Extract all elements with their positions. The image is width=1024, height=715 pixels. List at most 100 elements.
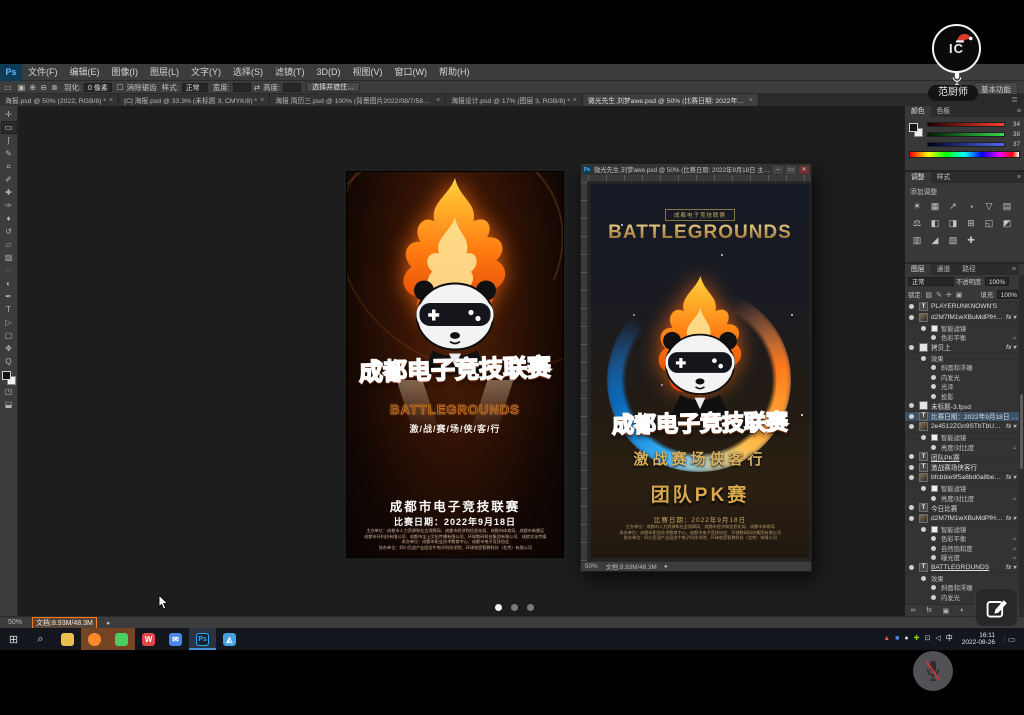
screen-mode-tool[interactable]: ⬓ [1,398,17,411]
taskbar-wps[interactable]: W [135,628,162,650]
select-and-mask-button[interactable]: 选择并遮住… [306,82,360,92]
exposure-icon[interactable]: ◔ [962,198,980,215]
document-canvas[interactable]: 成都电子竞技联赛 BATTLEGROUNDS [588,182,811,561]
panel-menu-icon[interactable]: ≡ [1012,264,1019,275]
b-channel-slider[interactable]: 37 [927,141,1020,148]
layer-row[interactable]: d2M7fM1wXBuMdPfHzbS6…fx ▾ [905,313,1019,324]
foreground-color-swatch[interactable] [909,123,918,132]
visibility-eye-icon[interactable] [909,315,914,320]
doc-tab[interactable]: [C] 海报.psd @ 33.3% (未标题 3, CMYK/8) *× [119,94,270,106]
layer-row[interactable]: bfcbbie9f5a8bd0a8be4e…fx ▾ [905,473,1019,484]
layer-row[interactable]: T今日比赛 [905,503,1019,514]
blur-tool[interactable]: ◌ [1,264,17,277]
maximize-button[interactable]: ▭ [786,166,796,174]
minimize-button[interactable]: – [773,166,783,174]
visibility-eye-icon[interactable] [931,384,936,389]
visibility-eye-icon[interactable] [909,475,914,480]
tab-paths[interactable]: 路径 [956,264,982,275]
r-channel-slider[interactable]: 34 [927,121,1020,128]
opacity-value[interactable]: 100% [985,277,1009,286]
visibility-eye-icon[interactable] [931,365,936,370]
feather-input[interactable]: 0 像素 [84,83,112,92]
color-spectrum-bar[interactable] [909,151,1020,158]
doc-tab[interactable]: 海报.psd @ 50% (2022, RGB/8) *× [0,94,119,106]
presenter-avatar[interactable]: IC [932,24,981,73]
adjustment-layer-icon[interactable]: ◐ [960,607,964,614]
layer-row[interactable]: 智能滤镜 [905,484,1019,494]
visibility-eye-icon[interactable] [909,304,914,309]
menu-item[interactable]: 文件(F) [22,64,64,81]
foreground-background-swatch[interactable] [909,123,923,137]
visibility-eye-icon[interactable] [909,345,914,350]
tray-app-green[interactable]: ✚ [914,628,920,650]
lock-pixels-icon[interactable]: ✎ [935,291,943,299]
layer-row[interactable]: 色彩平衡▵ [905,534,1019,544]
taskbar-search[interactable]: ⌕ [27,628,54,650]
tab-styles[interactable]: 样式 [931,172,957,183]
layer-effects-icon[interactable]: fx ▾ [1006,564,1019,571]
layer-effects-icon[interactable]: fx ▾ [1006,423,1019,430]
gradient-tool[interactable]: ▨ [1,251,17,264]
hand-tool[interactable]: ✥ [1,342,17,355]
close-button[interactable]: ✕ [799,166,809,174]
tab-channels[interactable]: 通道 [931,264,957,275]
close-tab-icon[interactable]: × [260,97,264,104]
close-tab-icon[interactable]: × [573,97,577,104]
path-selection-tool[interactable]: ▷ [1,316,17,329]
visibility-eye-icon[interactable] [921,435,926,440]
visibility-eye-icon[interactable] [931,375,936,380]
selective-color-icon[interactable]: ✚ [962,232,980,249]
taskbar-mail[interactable]: ✉ [162,628,189,650]
layer-style-icon[interactable]: fx [926,607,931,614]
carousel-dot[interactable] [495,604,502,611]
curves-icon[interactable]: ↗ [944,198,962,215]
eyedropper-tool[interactable]: ✐ [1,173,17,186]
visibility-eye-icon[interactable] [909,414,914,419]
dodge-tool[interactable]: ◐ [1,277,17,290]
lasso-tool[interactable]: ʃ [1,134,17,147]
visibility-eye-icon[interactable] [931,445,936,450]
tray-app-blue[interactable]: ■ [895,628,899,650]
pen-tool[interactable]: ✒ [1,290,17,303]
visibility-eye-icon[interactable] [909,465,914,470]
visibility-eye-icon[interactable] [931,585,936,590]
panel-scrollbar[interactable] [1019,275,1024,616]
mute-microphone-button[interactable] [913,651,953,691]
monitor-icon[interactable]: ⊡ [924,628,930,650]
visibility-eye-icon[interactable] [921,326,926,331]
g-slider-bar[interactable] [927,132,1005,137]
blend-mode-select[interactable]: 正常 [908,277,954,286]
visibility-eye-icon[interactable] [921,356,926,361]
menu-item[interactable]: 滤镜(T) [269,64,311,81]
tab-layers[interactable]: 图层 [905,264,931,275]
visibility-eye-icon[interactable] [909,403,914,408]
tab-swatches[interactable]: 色板 [931,106,957,117]
menu-item[interactable]: 窗口(W) [389,64,434,81]
menu-item[interactable]: 图像(I) [106,64,145,81]
posterize-icon[interactable]: ▥ [908,232,926,249]
layer-row[interactable]: 曝光度▵ [905,553,1019,563]
menu-item[interactable]: 选择(S) [227,64,269,81]
layer-effects-icon[interactable]: fx ▾ [1006,515,1019,522]
close-tab-icon[interactable]: × [109,97,113,104]
layer-row[interactable]: 自然饱和度▵ [905,544,1019,554]
height-input[interactable] [283,83,301,92]
link-layers-icon[interactable]: ∞ [910,607,915,614]
taskbar-photoshop[interactable]: Ps [189,628,216,650]
layer-row[interactable]: 智能滤镜 [905,524,1019,534]
toolbar-color-swatches[interactable] [2,371,16,385]
layer-mask-icon[interactable]: ▣ [943,607,950,615]
b-slider-bar[interactable] [927,142,1005,147]
tray-app-light[interactable]: ● [904,628,908,650]
panel-menu-icon[interactable]: ≡ [1017,106,1024,117]
canvas-area[interactable]: 成都电子竞技联赛 BATTLEGROUNDS 激/战/赛/场/侠/客/行 成都市… [18,106,905,616]
r-slider-bar[interactable] [927,122,1005,127]
black-white-icon[interactable]: ◧ [926,215,944,232]
visibility-eye-icon[interactable] [931,555,936,560]
eraser-tool[interactable]: ▱ [1,238,17,251]
layer-row[interactable]: 拷贝上fx ▾ [905,343,1019,354]
antialias-checkbox[interactable]: ☐ [117,83,124,92]
volume-icon[interactable]: ◁ [935,628,940,650]
carousel-dot[interactable] [527,604,534,611]
taskbar-photos[interactable]: ◭ [216,628,243,650]
